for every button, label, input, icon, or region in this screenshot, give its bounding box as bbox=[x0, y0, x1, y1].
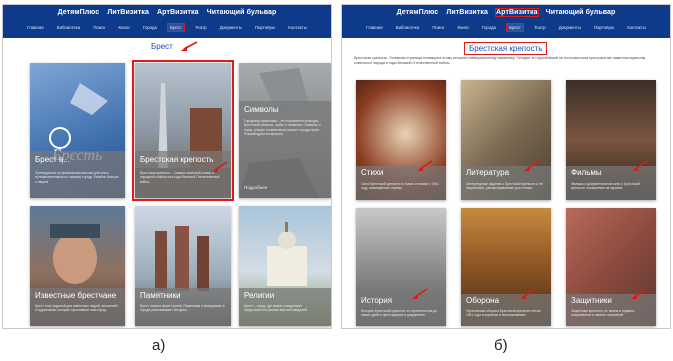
nav-item[interactable]: Партнёры bbox=[592, 24, 616, 31]
red-arrow-icon bbox=[417, 160, 433, 171]
nav-item[interactable]: Контакты bbox=[625, 24, 648, 31]
nav-item[interactable]: Города bbox=[141, 24, 159, 31]
red-arrow-icon bbox=[631, 288, 647, 299]
card-title: Защитники bbox=[571, 296, 612, 305]
card-title: История bbox=[361, 296, 393, 305]
card-title: Известные брестчане bbox=[35, 291, 117, 300]
card-description: Городская символика – это показатели кул… bbox=[244, 119, 321, 136]
card-caption: Брест в... Путеводитель по уникальным ме… bbox=[30, 151, 125, 198]
card-description: Брест помнит своих героев. Памятники и м… bbox=[140, 304, 225, 313]
nav-item[interactable]: Театр bbox=[532, 24, 547, 31]
nav-item-active[interactable]: Брест bbox=[167, 23, 185, 32]
screenshot-panel-a: ДетямПлюс ЛитВизитка АртВизитка Читающий… bbox=[2, 4, 332, 329]
card-title: Литература bbox=[466, 168, 510, 177]
card-caption: Символы Городская символика – это показа… bbox=[239, 101, 331, 198]
site-header: ДетямПлюс ЛитВизитка АртВизитка Читающий… bbox=[342, 5, 670, 38]
nav-item[interactable]: Библиотека bbox=[55, 24, 82, 31]
card-description: Героическая оборона Брестской крепости л… bbox=[466, 309, 541, 318]
brand-menu: ДетямПлюс ЛитВизитка АртВизитка Читающий… bbox=[342, 8, 670, 17]
red-arrow-icon bbox=[520, 288, 536, 299]
brand-link-litvizitka[interactable]: ЛитВизитка bbox=[107, 9, 149, 16]
card-title: Стихи bbox=[361, 168, 384, 177]
card-caption: Оборона Героическая оборона Брестской кр… bbox=[461, 294, 551, 326]
brand-link-bulvar[interactable]: Читающий бульвар bbox=[546, 9, 616, 16]
nav-item[interactable]: Партнёры bbox=[253, 24, 277, 31]
nav-item[interactable]: Контакты bbox=[286, 24, 309, 31]
brand-menu: ДетямПлюс ЛитВизитка АртВизитка Читающий… bbox=[3, 9, 331, 16]
site-header: ДетямПлюс ЛитВизитка АртВизитка Читающий… bbox=[3, 5, 331, 38]
card-istoriya[interactable]: История История Брестской крепости от ст… bbox=[356, 208, 446, 326]
card-description: Защитники крепости, их имена и подвиги, … bbox=[571, 309, 636, 318]
nav-item[interactable]: Библиотека bbox=[394, 24, 421, 31]
card-description: Сила Брестской крепости в стихах и поэзи… bbox=[361, 182, 440, 191]
card-caption: Известные брестчане Брест стал родиной д… bbox=[30, 288, 125, 326]
nav-item[interactable]: Документы bbox=[218, 24, 244, 31]
card-title: Брест в... bbox=[35, 155, 70, 164]
brand-link-detyam[interactable]: ДетямПлюс bbox=[58, 9, 100, 16]
nav-item[interactable]: Книги bbox=[116, 24, 131, 31]
brand-link-detyam[interactable]: ДетямПлюс bbox=[397, 9, 439, 16]
nav-item[interactable]: Города bbox=[480, 24, 498, 31]
card-pamyatniki[interactable]: Памятники Брест помнит своих героев. Пам… bbox=[135, 206, 231, 326]
brand-link-bulvar[interactable]: Читающий бульвар bbox=[207, 9, 277, 16]
nav-item[interactable]: Главная bbox=[364, 24, 384, 31]
main-nav: Главная Библиотека Поиск Книги Города Бр… bbox=[342, 23, 670, 32]
red-arrow-icon bbox=[632, 160, 648, 171]
card-title: Религии bbox=[244, 291, 275, 300]
card-title: Памятники bbox=[140, 291, 181, 300]
red-arrow-icon bbox=[524, 160, 540, 171]
more-link[interactable]: Подробнее bbox=[244, 185, 267, 190]
card-zashchitniki[interactable]: Защитники Защитники крепости, их имена и… bbox=[566, 208, 656, 326]
nav-item[interactable]: Поиск bbox=[91, 24, 107, 31]
nav-item[interactable]: Поиск bbox=[430, 24, 446, 31]
card-title: Фильмы bbox=[571, 168, 602, 177]
brand-link-litvizitka[interactable]: ЛитВизитка bbox=[446, 9, 488, 16]
nav-item[interactable]: Главная bbox=[25, 24, 45, 31]
nav-item[interactable]: Документы bbox=[557, 24, 583, 31]
caption-b: б) bbox=[494, 337, 508, 354]
nav-item-active[interactable]: Брест bbox=[506, 23, 524, 32]
brand-link-artvizitka[interactable]: АртВизитка bbox=[157, 9, 199, 16]
page-title: Брест bbox=[151, 42, 173, 51]
card-simvoly[interactable]: Символы Городская символика – это показа… bbox=[239, 63, 331, 198]
nav-item[interactable]: Театр bbox=[193, 24, 208, 31]
screenshot-panel-b: ДетямПлюс ЛитВизитка АртВизитка Читающий… bbox=[341, 4, 671, 329]
card-religii[interactable]: Религии Брест – город, где мирно соседст… bbox=[239, 206, 331, 326]
card-description: Литературные издания о Брестской крепост… bbox=[466, 182, 543, 191]
nav-item[interactable]: Книги bbox=[455, 24, 470, 31]
card-title: Оборона bbox=[466, 296, 500, 305]
main-nav: Главная Библиотека Поиск Книги Города Бр… bbox=[3, 23, 331, 32]
card-description: Брест – город, где мирно соседствуют пре… bbox=[244, 304, 308, 313]
card-brest-v[interactable]: Брєсть Брест в... Путеводитель по уникал… bbox=[30, 63, 125, 198]
card-description: История Брестской крепости от строительс… bbox=[361, 309, 438, 318]
card-izvestnye-brestchane[interactable]: Известные брестчане Брест стал родиной д… bbox=[30, 206, 125, 326]
card-oborona[interactable]: Оборона Героическая оборона Брестской кр… bbox=[461, 208, 551, 326]
page-title: Брестская крепость bbox=[464, 42, 548, 55]
card-caption: Религии Брест – город, где мирно соседст… bbox=[239, 288, 331, 326]
brand-link-artvizitka[interactable]: АртВизитка bbox=[495, 8, 539, 17]
card-description: Путеводитель по уникальным местам для юн… bbox=[35, 171, 119, 184]
caption-a: а) bbox=[152, 337, 166, 354]
card-literatura[interactable]: Литература Литературные издания о Брестс… bbox=[461, 80, 551, 200]
red-arrow-icon bbox=[412, 288, 428, 299]
red-arrow-icon bbox=[181, 41, 198, 51]
card-caption: Памятники Брест помнит своих героев. Пам… bbox=[135, 288, 231, 326]
card-stikhi[interactable]: Стихи Сила Брестской крепости в стихах и… bbox=[356, 80, 446, 200]
card-caption: История История Брестской крепости от ст… bbox=[356, 294, 446, 326]
card-description: Брест стал родиной для известных людей, … bbox=[35, 304, 118, 313]
card-filmy[interactable]: Фильмы Фильмы и документальное кино о Бр… bbox=[566, 80, 656, 200]
intro-text: Брестская крепость. Основная страница по… bbox=[354, 56, 646, 65]
card-description: Фильмы и документальное кино о Брестской… bbox=[571, 182, 640, 191]
highlight-frame bbox=[132, 60, 234, 201]
card-title: Символы bbox=[244, 105, 279, 114]
